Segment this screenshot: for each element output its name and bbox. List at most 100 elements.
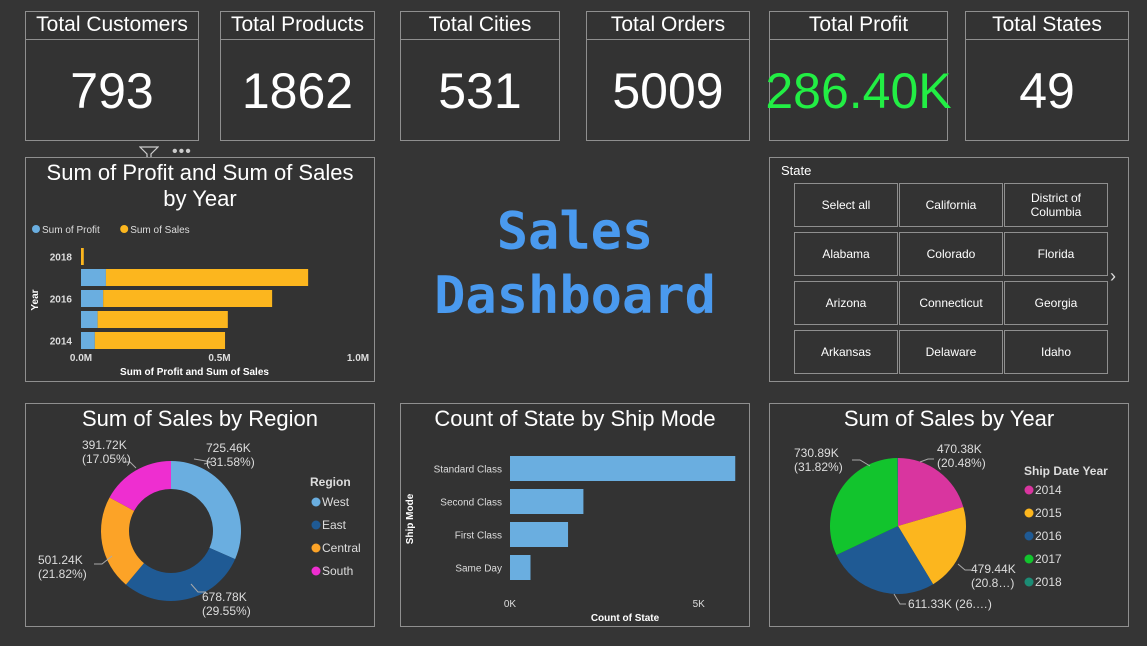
bar-sum-of-profit — [81, 311, 98, 328]
x-tick-label: 5K — [693, 599, 706, 610]
slicer-item[interactable]: Arizona — [794, 281, 898, 325]
ship-mode-bar-chart: Standard Class Second Class First Class Sam… — [405, 456, 736, 624]
kpi-card-orders[interactable]: Total Orders 5009 — [586, 11, 750, 141]
slicer-item[interactable]: District of Columbia — [1004, 183, 1108, 227]
bar-ship-mode — [510, 555, 531, 580]
kpi-value: 286.40K — [765, 62, 952, 119]
bar-ship-mode — [510, 489, 584, 514]
data-label-pct: (20.8…) — [971, 576, 1014, 590]
kpi-card-products[interactable]: Total Products 1862 — [220, 11, 375, 141]
x-axis-label: Count of State — [591, 613, 660, 624]
data-label-pct: (17.05%) — [82, 452, 131, 466]
y-tick-label: 2014 — [50, 337, 73, 348]
kpi-title: Total Customers — [26, 12, 198, 40]
x-tick-label: 0.5M — [208, 353, 230, 364]
y-tick-label: First Class — [455, 531, 502, 542]
kpi-card-customers[interactable]: Total Customers 793 — [25, 11, 199, 141]
x-axis-label: Sum of Profit and Sum of Sales — [120, 367, 269, 378]
data-label-pct: (20.48%) — [937, 456, 986, 470]
legend-label: Sum of Profit — [42, 225, 100, 236]
data-label: 479.44K — [971, 562, 1016, 576]
donut-slice-west — [171, 461, 241, 560]
kpi-title: Total Cities — [401, 12, 559, 40]
leader-line — [852, 459, 871, 467]
slicer-item[interactable]: California — [899, 183, 1003, 227]
legend-marker — [311, 543, 321, 553]
legend-label: West — [322, 495, 350, 509]
kpi-card-profit[interactable]: Total Profit 286.40K — [765, 11, 952, 141]
y-tick-label: Standard Class — [434, 465, 502, 476]
legend-label: South — [322, 564, 353, 578]
bar-sum-of-sales — [105, 269, 309, 286]
bar-sum-of-sales — [97, 311, 228, 328]
sales-by-region-card[interactable]: Sum of Sales by Region 725.46K (31.58%) 67… — [25, 403, 375, 627]
state-slicer[interactable]: State Select all California District of Co… — [769, 157, 1129, 382]
slicer-item[interactable]: Idaho — [1004, 330, 1108, 374]
kpi-title: Total States — [966, 12, 1128, 40]
slicer-item[interactable]: Connecticut — [899, 281, 1003, 325]
slicer-title: State — [781, 163, 812, 178]
slicer-item[interactable]: Delaware — [899, 330, 1003, 374]
kpi-title: Total Products — [221, 12, 374, 40]
data-label-pct: (21.82%) — [38, 567, 87, 581]
chevron-right-icon[interactable]: › — [1110, 266, 1116, 287]
data-label: 470.38K — [937, 442, 982, 456]
bar-sum-of-sales — [81, 248, 84, 265]
kpi-card-states[interactable]: Total States 49 — [965, 11, 1129, 141]
data-label: 730.89K — [794, 446, 839, 460]
legend-marker — [311, 497, 321, 507]
legend-label: East — [322, 518, 347, 532]
x-tick-label: 0K — [504, 599, 517, 610]
legend-marker — [32, 225, 40, 233]
y-tick-label: Same Day — [455, 564, 502, 575]
legend-marker — [120, 225, 129, 233]
kpi-value: 5009 — [612, 62, 724, 119]
bar-ship-mode — [510, 522, 569, 547]
leader-line — [919, 458, 934, 463]
slicer-item[interactable]: Select all — [794, 183, 898, 227]
sales-by-year-pie-chart: 470.38K(20.48%) 479.44K(20.8…) 611.33K (26… — [794, 442, 1108, 611]
data-label-pct: (31.82%) — [794, 460, 843, 474]
data-label: 725.46K — [206, 441, 251, 455]
bar-sum-of-profit — [81, 290, 104, 307]
y-tick-label: 2016 — [50, 295, 73, 306]
bar-sum-of-sales — [94, 332, 226, 349]
x-tick-label: 1.0M — [347, 353, 369, 364]
bar-ship-mode — [510, 456, 736, 481]
kpi-title: Total Profit — [770, 12, 947, 40]
legend-label: 2014 — [1035, 483, 1062, 497]
legend-marker — [311, 520, 321, 530]
sales-by-year-card[interactable]: Sum of Sales by Year 470.38K (20.48%) 479.… — [769, 403, 1129, 627]
legend-marker — [1024, 485, 1034, 495]
data-label-pct: (31.58%) — [206, 455, 255, 469]
kpi-value: 793 — [70, 62, 154, 119]
legend-marker — [1024, 577, 1034, 587]
y-tick-label: 2018 — [50, 253, 73, 264]
legend-label: 2015 — [1035, 506, 1062, 520]
data-label: 391.72K — [82, 438, 127, 452]
legend-marker — [311, 566, 321, 576]
kpi-value: 531 — [438, 62, 522, 119]
slicer-item[interactable]: Arkansas — [794, 330, 898, 374]
legend-title: Ship Date Year — [1024, 464, 1108, 478]
legend-label: Central — [322, 541, 361, 555]
profit-sales-by-year-card[interactable]: Sum of Profit and Sum of Sales by Year S… — [25, 157, 375, 382]
legend-label: Sum of Sales — [130, 225, 189, 236]
kpi-value: 49 — [1019, 62, 1075, 119]
kpi-title: Total Orders — [587, 12, 749, 40]
leader-line — [957, 563, 971, 571]
y-axis-label: Ship Mode — [405, 493, 416, 544]
data-label-pct: (29.55%) — [202, 604, 251, 618]
data-label: 611.33K (26.…) — [908, 597, 992, 611]
slicer-item[interactable]: Colorado — [899, 232, 1003, 276]
kpi-card-cities[interactable]: Total Cities 531 — [400, 11, 560, 141]
data-label: 678.78K — [202, 590, 247, 604]
slicer-item[interactable]: Georgia — [1004, 281, 1108, 325]
legend-marker — [1024, 531, 1034, 541]
legend-label: 2017 — [1035, 552, 1062, 566]
x-tick-label: 0.0M — [70, 353, 92, 364]
bar-sum-of-profit — [81, 332, 95, 349]
slicer-item[interactable]: Florida — [1004, 232, 1108, 276]
state-by-ship-mode-card[interactable]: Count of State by Ship Mode Standard Cla… — [400, 403, 750, 627]
slicer-item[interactable]: Alabama — [794, 232, 898, 276]
